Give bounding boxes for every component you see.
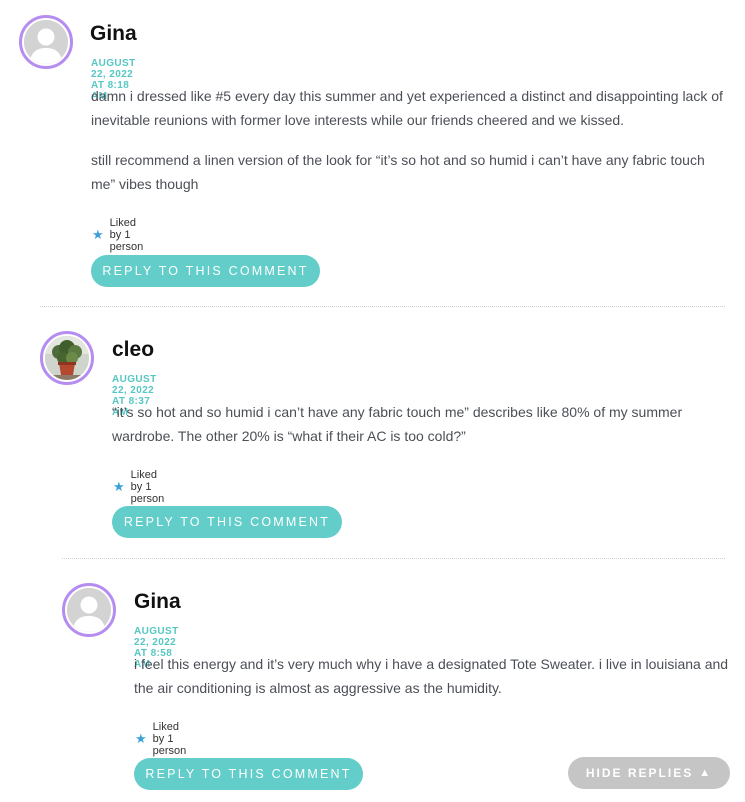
comment-body: damn i dressed like #5 every day this su… (91, 85, 731, 213)
comment-author[interactable]: cleo (112, 338, 154, 362)
triangle-up-icon: ▲ (699, 767, 713, 779)
comment-body: “it’s so hot and so humid i can’t have a… (112, 401, 722, 465)
star-icon: ★ (92, 227, 104, 242)
star-icon: ★ (113, 479, 125, 494)
likes-text[interactable]: Liked by 1 person (131, 469, 165, 505)
avatar[interactable] (62, 583, 116, 637)
avatar[interactable] (19, 15, 73, 69)
comment-paragraph: still recommend a linen version of the l… (91, 152, 705, 192)
comment-author[interactable]: Gina (134, 590, 181, 614)
likes-text[interactable]: Liked by 1 person (153, 721, 187, 757)
hide-replies-button[interactable]: HIDE REPLIES ▲ (568, 757, 730, 789)
avatar[interactable] (40, 331, 94, 385)
hide-replies-label: HIDE REPLIES (585, 766, 694, 780)
likes-indicator: ★ Liked by 1 person (135, 721, 186, 757)
comment-paragraph: i feel this energy and it’s very much wh… (134, 656, 729, 696)
star-icon: ★ (135, 731, 147, 746)
comment-divider (40, 306, 725, 307)
default-person-icon (67, 588, 111, 632)
default-person-icon (24, 20, 68, 64)
comment-divider (62, 558, 725, 559)
reply-button[interactable]: REPLY TO THIS COMMENT (134, 758, 363, 790)
reply-button[interactable]: REPLY TO THIS COMMENT (91, 255, 320, 287)
comment-body: i feel this energy and it’s very much wh… (134, 653, 729, 717)
reply-button[interactable]: REPLY TO THIS COMMENT (112, 506, 342, 538)
likes-indicator: ★ Liked by 1 person (113, 469, 164, 505)
potted-plant-photo (45, 336, 89, 380)
likes-indicator: ★ Liked by 1 person (92, 217, 143, 253)
comment-paragraph: damn i dressed like #5 every day this su… (91, 88, 723, 128)
comment-author[interactable]: Gina (90, 22, 137, 46)
likes-text[interactable]: Liked by 1 person (110, 217, 144, 253)
comment-paragraph: “it’s so hot and so humid i can’t have a… (112, 404, 683, 444)
